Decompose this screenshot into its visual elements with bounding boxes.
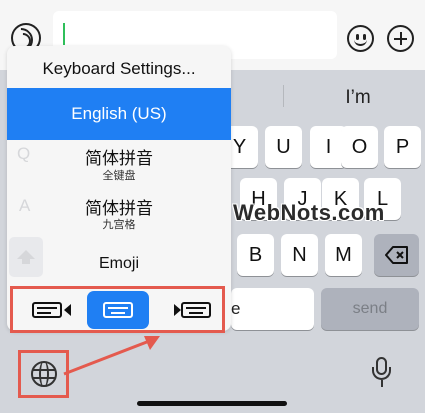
plus-circle-icon[interactable] [387, 25, 414, 52]
language-item-emoji[interactable]: Emoji [7, 250, 231, 278]
backspace-icon [384, 246, 408, 264]
keyboard-icon [181, 302, 211, 318]
home-indicator[interactable] [137, 401, 287, 406]
key-m[interactable]: M [325, 234, 362, 276]
language-item-english-us[interactable]: English (US) [7, 88, 231, 140]
globe-icon[interactable] [31, 361, 57, 387]
keyboard-icon [103, 302, 133, 318]
keyboard-settings-item[interactable]: Keyboard Settings... [7, 54, 231, 84]
language-item-sub-label: 九宫格 [102, 219, 136, 231]
watermark: WebNots.com [233, 200, 385, 225]
microphone-icon[interactable] [372, 357, 392, 389]
language-item-sub-label: 全键盘 [102, 170, 136, 182]
annotation-arrow [63, 336, 160, 376]
space-key[interactable]: e [231, 288, 314, 330]
right-keyboard-layout-button[interactable] [157, 291, 219, 329]
suggestion-item[interactable]: I’m [298, 85, 418, 111]
key-n[interactable]: N [281, 234, 318, 276]
text-cursor [63, 23, 65, 45]
backspace-key[interactable] [374, 234, 419, 276]
left-keyboard-layout-button[interactable] [20, 291, 82, 329]
smiley-icon[interactable] [347, 25, 374, 52]
keyboard-icon [32, 302, 62, 318]
key-u[interactable]: U [265, 126, 302, 168]
key-p[interactable]: P [384, 126, 421, 168]
arrow-right-icon [174, 304, 181, 316]
space-key-label-fragment: e [231, 299, 241, 318]
key-o[interactable]: O [341, 126, 378, 168]
arrow-left-icon [64, 304, 71, 316]
send-key[interactable]: send [321, 288, 419, 330]
full-keyboard-layout-button[interactable] [87, 291, 149, 329]
suggestion-divider [283, 85, 284, 107]
language-item-pinyin-qwerty[interactable]: 简体拼音 [7, 144, 231, 169]
key-b[interactable]: B [237, 234, 274, 276]
